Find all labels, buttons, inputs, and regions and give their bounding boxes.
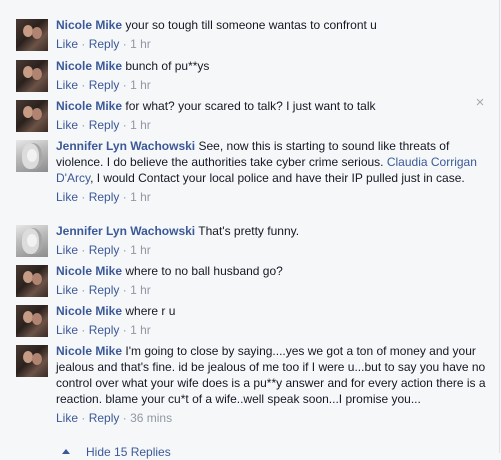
comment-actions: Like · Reply · 1 hr	[56, 117, 486, 133]
separator: ·	[122, 283, 127, 297]
reply-link[interactable]: Reply	[89, 190, 120, 204]
comment-body: Nicole Mike for what? your scared to tal…	[56, 98, 486, 133]
separator: ·	[81, 411, 86, 425]
separator: ·	[81, 283, 86, 297]
hide-replies-label: Hide 15 Replies	[86, 445, 171, 459]
comment-text: where r u	[125, 304, 176, 318]
comment-body: Nicole Mike your so tough till someone w…	[56, 17, 486, 52]
comment-body: Jennifer Lyn Wachowski See, now this is …	[56, 138, 486, 205]
comment-body: Jennifer Lyn Wachowski That's pretty fun…	[56, 223, 486, 258]
like-link[interactable]: Like	[56, 243, 78, 257]
separator: ·	[81, 37, 86, 51]
comment-actions: Like · Reply · 1 hr	[56, 322, 486, 338]
comment-body: Nicole Mike bunch of pu**ys Like · Reply…	[56, 58, 486, 93]
separator: ·	[81, 243, 86, 257]
like-link[interactable]: Like	[56, 37, 78, 51]
comment-text: where to no ball husband go?	[125, 264, 283, 278]
comment-actions: Like · Reply · 36 mins	[56, 410, 486, 426]
separator: ·	[122, 78, 127, 92]
separator: ·	[81, 78, 86, 92]
comment-actions: Like · Reply · 1 hr	[56, 189, 486, 205]
avatar[interactable]	[16, 100, 48, 132]
collapse-arrow-icon	[62, 449, 70, 454]
comment-timestamp[interactable]: 36 mins	[130, 411, 172, 425]
comment-author[interactable]: Nicole Mike	[56, 344, 122, 358]
comment-text: , I would Contact your local police and …	[90, 171, 465, 185]
comment-text: your so tough till someone wantas to con…	[125, 18, 377, 32]
comment-text: bunch of pu**ys	[125, 59, 210, 73]
comment-author[interactable]: Nicole Mike	[56, 264, 122, 278]
comment-thread: Nicole Mike your so tough till someone w…	[0, 0, 500, 459]
like-link[interactable]: Like	[56, 323, 78, 337]
avatar[interactable]	[16, 19, 48, 51]
separator: ·	[122, 411, 127, 425]
comment-actions: Like · Reply · 1 hr	[56, 77, 486, 93]
reply-link[interactable]: Reply	[89, 411, 120, 425]
separator: ·	[81, 190, 86, 204]
avatar[interactable]	[16, 345, 48, 377]
like-link[interactable]: Like	[56, 283, 78, 297]
like-link[interactable]: Like	[56, 118, 78, 132]
hide-replies-link[interactable]: Hide 15 Replies	[62, 444, 171, 460]
comment-body: Nicole Mike where to no ball husband go?…	[56, 263, 486, 298]
comment-timestamp[interactable]: 1 hr	[130, 78, 151, 92]
like-link[interactable]: Like	[56, 411, 78, 425]
comment-timestamp[interactable]: 1 hr	[130, 323, 151, 337]
comment-timestamp[interactable]: 1 hr	[130, 190, 151, 204]
separator: ·	[81, 323, 86, 337]
like-link[interactable]: Like	[56, 190, 78, 204]
comment-author[interactable]: Nicole Mike	[56, 99, 122, 113]
comment-text: That's pretty funny.	[198, 224, 300, 238]
comment-author[interactable]: Jennifer Lyn Wachowski	[56, 139, 195, 153]
close-icon[interactable]: ×	[474, 95, 486, 110]
reply-link[interactable]: Reply	[89, 243, 120, 257]
avatar[interactable]	[16, 140, 48, 172]
comment-timestamp[interactable]: 1 hr	[130, 283, 151, 297]
comment-author[interactable]: Nicole Mike	[56, 59, 122, 73]
reply-link[interactable]: Reply	[89, 78, 120, 92]
comment-timestamp[interactable]: 1 hr	[130, 118, 151, 132]
separator: ·	[122, 243, 127, 257]
comment-actions: Like · Reply · 1 hr	[56, 282, 486, 298]
reply-link[interactable]: Reply	[89, 323, 120, 337]
comment-timestamp[interactable]: 1 hr	[130, 37, 151, 51]
comment-author[interactable]: Jennifer Lyn Wachowski	[56, 224, 195, 238]
like-link[interactable]: Like	[56, 78, 78, 92]
avatar[interactable]	[16, 265, 48, 297]
separator: ·	[122, 118, 127, 132]
avatar[interactable]	[16, 305, 48, 337]
avatar[interactable]	[16, 60, 48, 92]
comment-actions: Like · Reply · 1 hr	[56, 242, 486, 258]
comment-timestamp[interactable]: 1 hr	[130, 243, 151, 257]
comment-text: for what? your scared to talk? I just wa…	[125, 99, 376, 113]
comment-author[interactable]: Nicole Mike	[56, 304, 122, 318]
separator: ·	[122, 37, 127, 51]
comment-actions: Like · Reply · 1 hr	[56, 36, 486, 52]
comment-body: Nicole Mike I'm going to close by saying…	[56, 343, 486, 426]
reply-link[interactable]: Reply	[89, 37, 120, 51]
comment-body: Nicole Mike where r u Like · Reply · 1 h…	[56, 303, 486, 338]
separator: ·	[81, 118, 86, 132]
reply-link[interactable]: Reply	[89, 118, 120, 132]
separator: ·	[122, 190, 127, 204]
avatar[interactable]	[16, 225, 48, 257]
separator: ·	[122, 323, 127, 337]
reply-link[interactable]: Reply	[89, 283, 120, 297]
comment-author[interactable]: Nicole Mike	[56, 18, 122, 32]
